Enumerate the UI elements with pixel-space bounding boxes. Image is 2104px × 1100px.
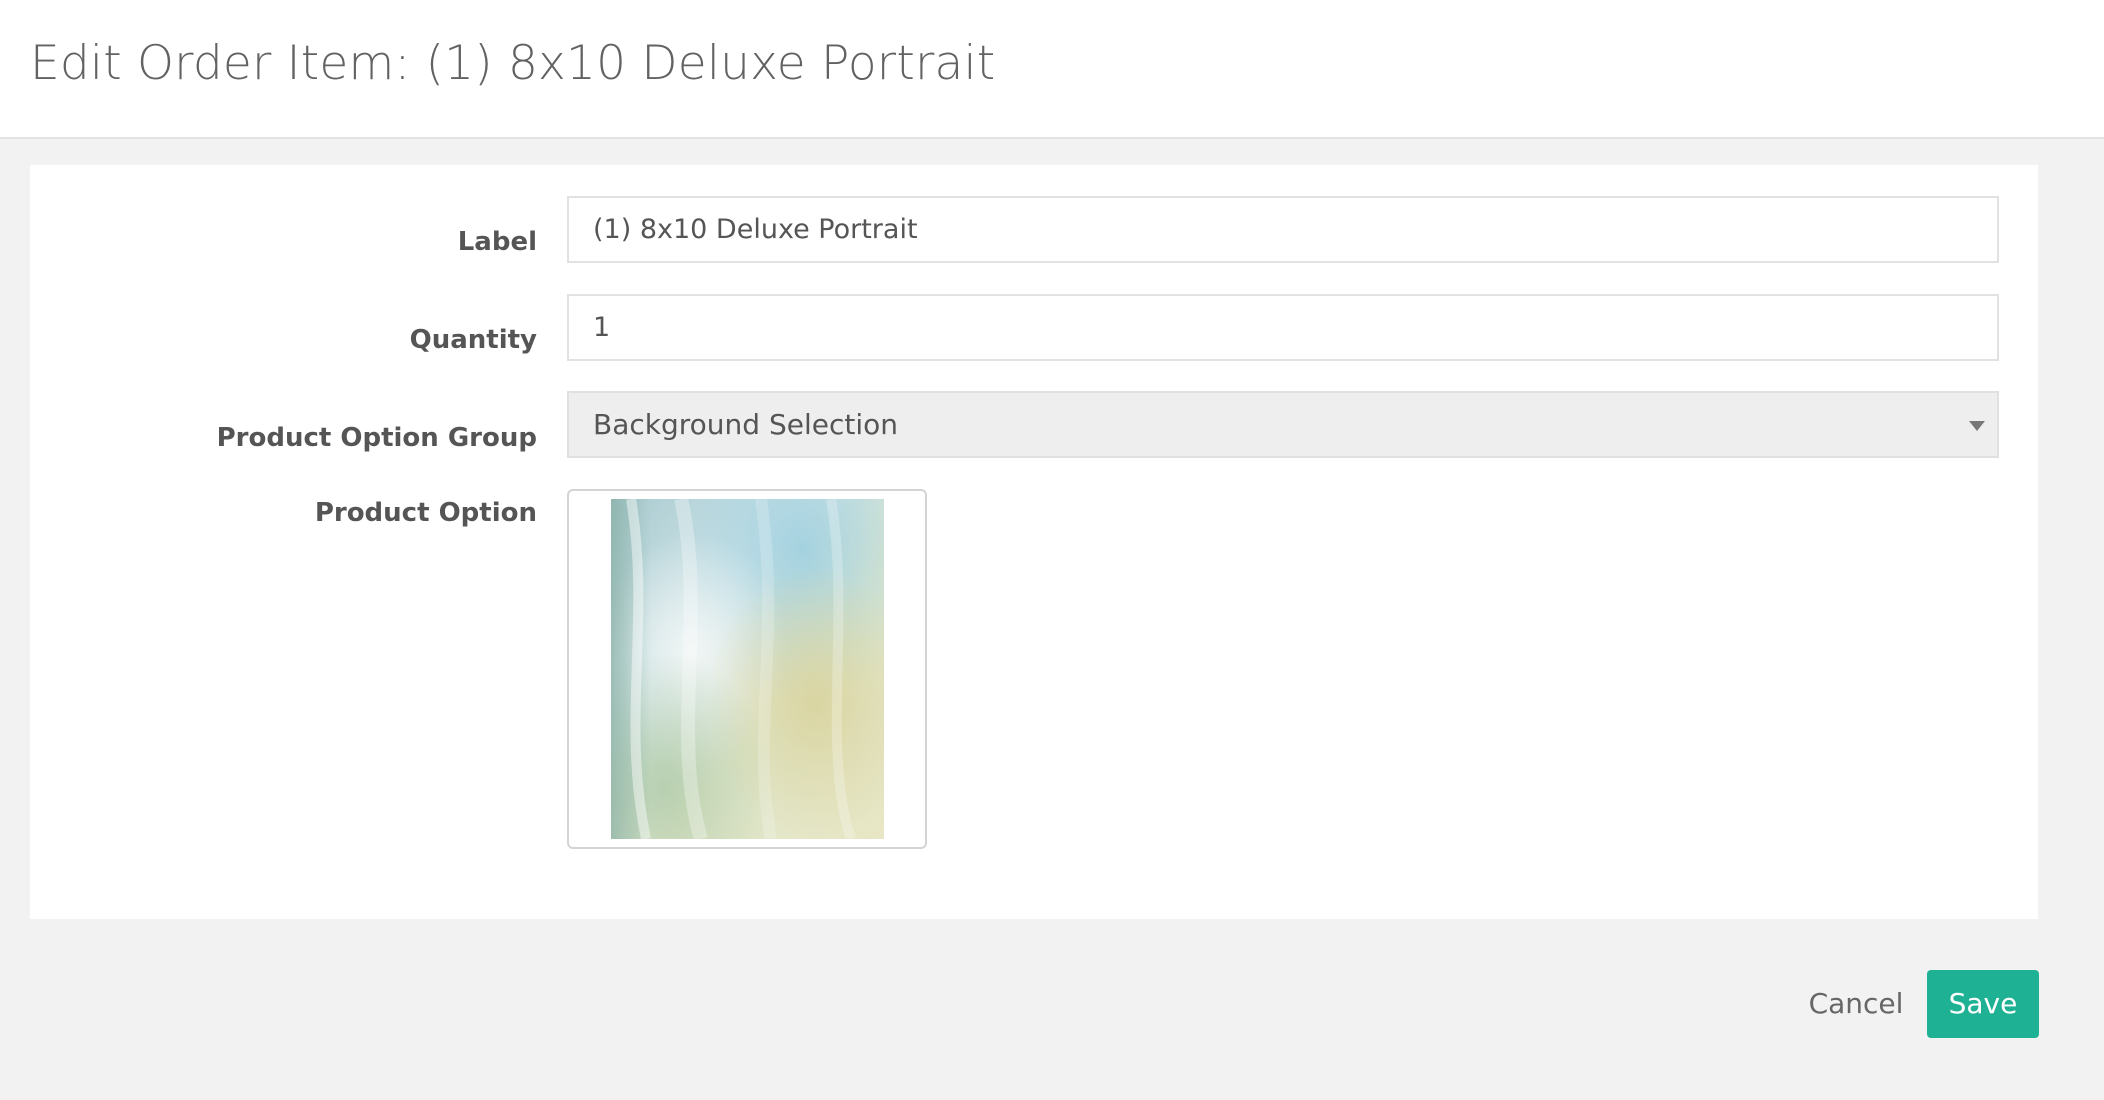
edit-order-item-form: Label Quantity Product Option Group Back… <box>30 165 2038 919</box>
cancel-button[interactable]: Cancel <box>1796 970 1916 1038</box>
product-option-card[interactable] <box>567 489 927 849</box>
quantity-field-label: Quantity <box>409 325 537 355</box>
chevron-down-icon <box>1969 421 1985 431</box>
save-button[interactable]: Save <box>1927 970 2039 1038</box>
option-group-field-label: Product Option Group <box>216 423 537 453</box>
product-option-group-selected: Background Selection <box>593 408 898 441</box>
product-option-group-select[interactable]: Background Selection <box>567 391 1999 458</box>
quantity-input[interactable] <box>567 294 1999 361</box>
page-title: Edit Order Item: (1) 8x10 Deluxe Portrai… <box>30 36 996 91</box>
label-input[interactable] <box>567 196 1999 263</box>
modal-header: Edit Order Item: (1) 8x10 Deluxe Portrai… <box>0 0 2104 139</box>
product-option-field-label: Product Option <box>314 498 537 528</box>
label-field-label: Label <box>457 227 537 257</box>
background-swatch-icon <box>611 499 884 839</box>
